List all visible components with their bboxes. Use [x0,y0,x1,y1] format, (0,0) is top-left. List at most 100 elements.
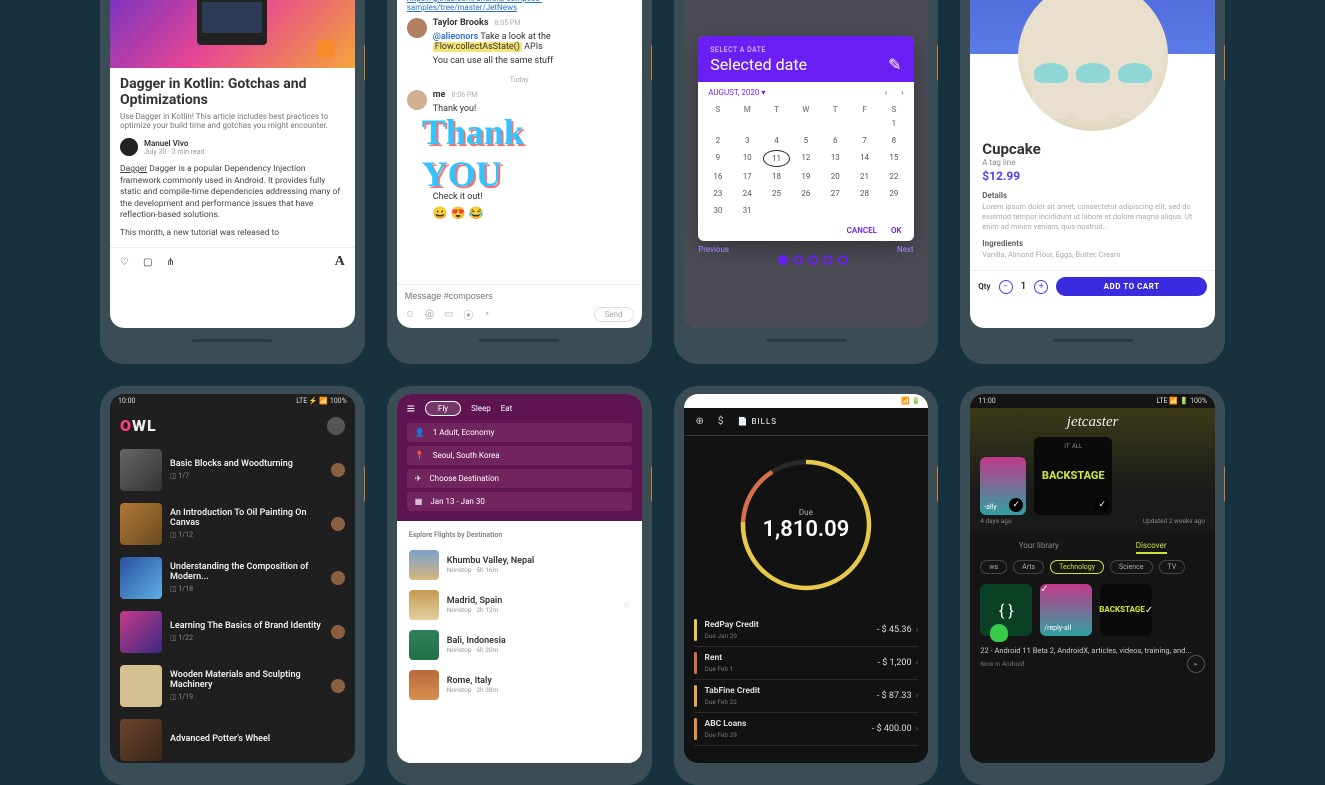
qty-decrement[interactable]: − [999,280,1013,294]
bill-row[interactable]: RedPay CreditDue Jan 29- $ 45.36› [694,614,919,647]
episode-row[interactable]: 22 - Android 11 Beta 2, AndroidX, articl… [970,646,1215,673]
menu-icon[interactable]: ≡ [407,400,415,417]
app-title: jetcaster [980,414,1205,431]
article-subtitle: Use Dagger in Kotlin! This article inclu… [120,112,345,130]
edit-icon[interactable]: ✎ [888,55,901,74]
phone-owl: 10:00LTE ⚡ 📶 100% OWL Basic Blocks and W… [100,386,365,785]
origin-field[interactable]: 📍Seoul, South Korea [407,446,632,465]
owl-logo: OWL [120,416,157,435]
previous-button[interactable]: Previous [698,245,729,265]
tab-bills[interactable]: 📄 BILLS [738,417,777,426]
dates-field[interactable]: ▦Jan 13 - Jan 30 [407,492,632,511]
phone-jetsnack: Cupcake A tag line $12.99 Details Lorem … [960,0,1225,364]
mention-icon[interactable]: @ [425,309,434,320]
category-chip[interactable]: TV [1159,560,1186,574]
course-item[interactable]: Learning The Basics of Brand Identity◫ 1… [110,605,355,659]
product-hero [970,0,1215,108]
phone-rally: 📶 🔋 ⊕ $ 📄 BILLS Due 1,810.09 RedPay Cred… [674,386,939,785]
tab-library[interactable]: Your library [1019,541,1059,554]
destination-item[interactable]: Madrid, SpainNonstop · 2h 12m○ [409,585,630,625]
course-item[interactable]: Basic Blocks and Woodturning◫ 1/7 [110,443,355,497]
podcast-card[interactable]: -ally✓ [980,457,1026,515]
qty-value: 1 [1021,281,1027,292]
phone-crane: ≡ Fly Sleep Eat 👤1 Adult, Economy 📍Seoul… [387,386,652,785]
bill-row[interactable]: TabFine CreditDue Feb 22- $ 87.33› [694,680,919,713]
due-amount: 1,810.09 [762,517,849,542]
article-continuation: This month, a new tutorial was released … [120,228,345,239]
image-icon[interactable]: ▭ [444,309,453,320]
calendar-grid[interactable]: SMTWTFS 1 2345678 9101112131415 16171819… [698,103,913,220]
ingredients-text: Vanilla, Almond Flour, Eggs, Butter, Cre… [982,250,1203,260]
datepicker-dialog: SELECT A DATE Selected date ✎ AUGUST, 20… [698,36,913,241]
author-date: July 30 · 3 min read [144,148,205,156]
course-list[interactable]: Basic Blocks and Woodturning◫ 1/7 An Int… [110,443,355,763]
course-item[interactable]: An Introduction To Oil Painting On Canva… [110,497,355,551]
sheet-title: Explore Flights by Destination [409,531,630,539]
plane-icon: ✈ [415,474,422,483]
emoji-icon[interactable]: ☺ [405,309,415,320]
bookmark-icon[interactable]: ▢ [143,257,152,268]
prev-month-icon[interactable]: ‹ [885,88,887,97]
category-chip[interactable]: ws [980,560,1007,574]
ok-button[interactable]: OK [891,226,902,235]
category-chip[interactable]: Arts [1013,560,1044,574]
details-text: Lorem ipsum dolor sit amet, consectetur … [982,202,1203,231]
datepicker-label: SELECT A DATE [710,46,766,54]
tab-sleep[interactable]: Sleep [471,404,491,413]
qty-label: Qty [978,282,990,291]
course-item[interactable]: Advanced Potter's Wheel [110,713,355,763]
phone-jetcaster: 11:00LTE 📶 🔋 100% jetcaster -ally✓ IT' A… [960,386,1225,785]
share-icon[interactable]: ⋔ [166,257,174,268]
course-item[interactable]: Understanding the Composition of Modern.… [110,551,355,605]
podcast-tile[interactable]: { } [980,584,1032,636]
tab-discover[interactable]: Discover [1136,541,1167,554]
link[interactable]: https://github.com/android/compose-sampl… [407,0,632,12]
podcast-tile[interactable]: BACKSTAGE✓ [1100,584,1152,636]
accounts-icon[interactable]: $ [718,416,724,427]
article-hero-image: ‹ › [110,0,355,68]
text-style-icon[interactable]: A [335,254,345,270]
month-label[interactable]: AUGUST, 2020 ▾ [708,88,765,97]
destination-field[interactable]: ✈Choose Destination [407,469,632,488]
profile-avatar[interactable] [327,417,345,435]
phone-jetnews: ‹ › Dagger in Kotlin: Gotchas and Optimi… [100,0,365,364]
phone-jetchat: loading (it's faked but the same idea ap… [387,0,652,364]
article-title: Dagger in Kotlin: Gotchas and Optimizati… [120,76,345,108]
emoji-reactions[interactable]: 😀 😍 😂 [433,206,632,220]
next-button[interactable]: Next [897,245,914,265]
bill-row[interactable]: RentDue Feb 1- $ 1,200› [694,647,919,680]
message-input[interactable] [405,291,634,301]
send-button[interactable]: Send [594,307,634,322]
tab-fly[interactable]: Fly [425,401,461,416]
bills-ring: Due 1,810.09 [684,436,929,614]
play-icon[interactable]: ▸ [1187,655,1205,673]
date-divider: Today [407,76,632,84]
category-chip[interactable]: Science [1110,560,1152,574]
article-paragraph: Dagger Dagger is a popular Dependency In… [120,164,345,221]
qty-increment[interactable]: + [1034,280,1048,294]
next-month-icon[interactable]: › [901,88,903,97]
destination-item[interactable]: Bali, IndonesiaNonstop · 6h 20m [409,625,630,665]
chat-icon[interactable]: ◔ [483,309,489,320]
cancel-button[interactable]: CANCEL [847,226,877,235]
location-icon[interactable]: ⦿ [463,307,473,322]
featured-podcast[interactable]: IT' ALL BACKSTAGE ✓ [1034,437,1112,515]
podcast-tile[interactable]: /reply-all✓ [1040,584,1092,636]
due-label: Due [762,508,849,517]
destination-item[interactable]: Khumbu Valley, NepalNonstop · 5h 16m [409,545,630,585]
page-indicator [778,255,848,265]
category-chip[interactable]: Technology [1050,560,1104,574]
tab-eat[interactable]: Eat [501,404,513,413]
add-to-cart-button[interactable]: ADD TO CART [1056,277,1207,296]
avatar-taylor [407,18,427,38]
favorite-icon[interactable]: ♡ [120,257,129,268]
bill-row[interactable]: ABC LoansDue Feb 29- $ 400.00› [694,713,919,746]
destination-item[interactable]: Rome, ItalyNonstop · 2h 38m [409,665,630,705]
person-icon: 👤 [415,428,425,437]
author-avatar [120,138,138,156]
product-name: Cupcake [982,140,1203,158]
people-field[interactable]: 👤1 Adult, Economy [407,423,632,442]
course-item[interactable]: Wooden Materials and Sculpting Machinery… [110,659,355,713]
ingredients-heading: Ingredients [982,239,1203,248]
overview-icon[interactable]: ⊕ [696,416,704,427]
